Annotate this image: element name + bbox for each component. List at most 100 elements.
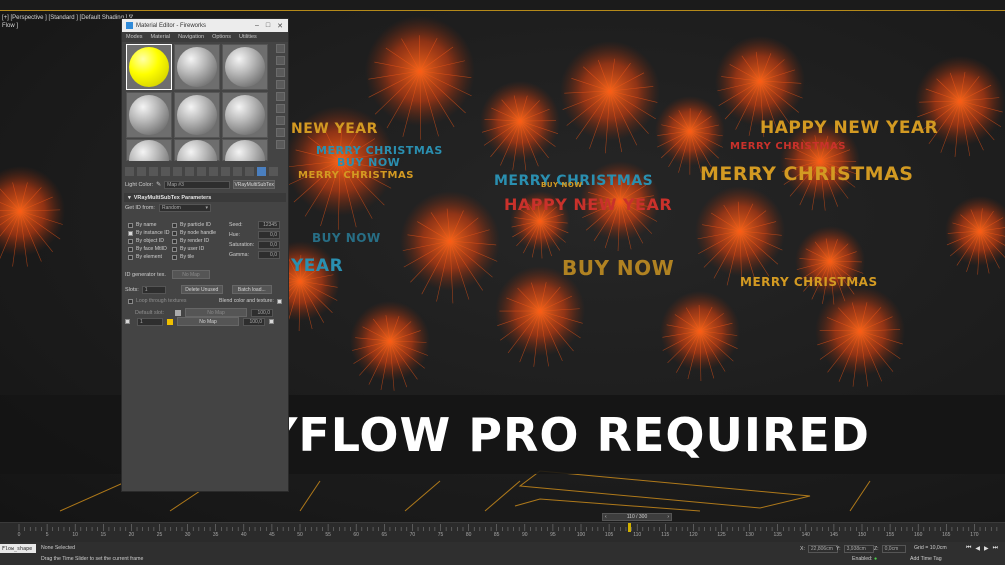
default-map-button[interactable]: No Map — [185, 308, 247, 317]
material-editor-window[interactable]: Material Editor - Fireworks – □ ✕ Modes … — [121, 18, 289, 492]
option-by-render-id[interactable]: By render ID — [172, 238, 209, 244]
batch-load-button[interactable]: Batch load... — [231, 285, 272, 294]
minimize-icon[interactable]: – — [255, 22, 259, 30]
slots-spinner[interactable]: 1 — [141, 285, 166, 294]
maximize-icon[interactable]: □ — [266, 22, 270, 30]
hue-spinner[interactable]: 0,0 — [258, 231, 280, 239]
go-to-parent-icon[interactable] — [245, 166, 254, 176]
menu-material[interactable]: Material — [151, 34, 171, 40]
material-navigator-icon[interactable] — [276, 140, 285, 149]
backlight-icon[interactable] — [276, 56, 285, 65]
background-icon[interactable] — [276, 68, 285, 77]
viewport-label[interactable]: [+] [Perspective ] [Standard ] [Default … — [2, 14, 133, 21]
make-copy-icon[interactable] — [173, 166, 182, 176]
sample-slot[interactable] — [222, 139, 268, 161]
make-preview-icon[interactable] — [276, 104, 285, 113]
checkbox[interactable] — [172, 222, 177, 228]
option-by-node-handle[interactable]: By node handle — [172, 230, 216, 236]
pick-material-icon[interactable] — [269, 166, 278, 176]
slot-blend-checkbox[interactable] — [269, 319, 274, 324]
saturation-spinner[interactable]: 0,0 — [258, 241, 280, 249]
sample-slot[interactable] — [174, 44, 220, 90]
go-forward-sibling-icon[interactable] — [257, 166, 266, 176]
checkbox[interactable] — [172, 246, 177, 252]
timeline-playhead[interactable] — [628, 523, 631, 532]
reset-map-icon[interactable] — [161, 166, 170, 176]
option-by-tile[interactable]: By tile — [172, 254, 194, 260]
option-by-particle-id[interactable]: By particle ID — [172, 222, 211, 228]
slot-map-button[interactable]: No Map — [177, 317, 239, 326]
option-by-instance-id[interactable]: By instance ID — [128, 230, 169, 236]
video-color-check-icon[interactable] — [276, 92, 285, 101]
seed-spinner[interactable]: 12345 — [258, 221, 280, 229]
options-icon[interactable] — [276, 116, 285, 125]
add-time-tag[interactable]: Add Time Tag — [910, 556, 942, 562]
menu-utilities[interactable]: Utilities — [239, 34, 257, 40]
prev-key-icon[interactable]: ◀ — [975, 545, 980, 552]
next-frame-icon[interactable]: › — [667, 514, 669, 520]
blend-option[interactable]: Blend color and texture: — [219, 298, 285, 304]
sample-slot-selected[interactable] — [126, 44, 172, 90]
sample-slot[interactable] — [126, 92, 172, 138]
checkbox[interactable] — [172, 254, 177, 260]
time-slider[interactable]: ‹ 110 / 300 › — [602, 513, 672, 521]
make-unique-icon[interactable] — [185, 166, 194, 176]
prev-frame-icon[interactable]: ‹ — [605, 514, 607, 520]
go-to-start-icon[interactable]: ⏮ — [966, 545, 971, 552]
sample-slot[interactable] — [174, 92, 220, 138]
sample-slot[interactable] — [222, 92, 268, 138]
option-by-object-id[interactable]: By object ID — [128, 238, 164, 244]
checkbox[interactable] — [172, 230, 177, 236]
checkbox-checked[interactable] — [128, 230, 133, 236]
x-field[interactable]: 22,806cm — [807, 545, 838, 553]
menu-options[interactable]: Options — [212, 34, 231, 40]
map-type-button[interactable]: VRayMultiSubTex — [233, 180, 276, 189]
maxscript-listener-field[interactable]: Flow_shape — [0, 544, 36, 553]
option-by-element[interactable]: By element — [128, 254, 162, 260]
delete-unused-button[interactable]: Delete Unused — [180, 285, 223, 294]
sample-slot[interactable] — [222, 44, 268, 90]
checkbox[interactable] — [128, 298, 133, 304]
show-shaded-icon[interactable] — [221, 166, 230, 176]
assign-to-selection-icon[interactable] — [149, 166, 158, 176]
option-by-user-id[interactable]: By user ID — [172, 246, 204, 252]
checkbox[interactable] — [128, 246, 133, 252]
put-to-scene-icon[interactable] — [137, 166, 146, 176]
adaptive-degradation[interactable]: Enabled: ● — [852, 556, 877, 562]
show-end-result-icon[interactable] — [233, 166, 242, 176]
uv-tiling-icon[interactable] — [276, 80, 285, 89]
default-amount-spinner[interactable]: 100,0 — [251, 308, 273, 317]
z-field[interactable]: 0,0cm — [881, 545, 906, 553]
checkbox[interactable] — [172, 238, 177, 244]
sample-type-icon[interactable] — [276, 44, 285, 53]
slot-enable-checkbox[interactable] — [125, 319, 130, 324]
checkbox[interactable] — [128, 222, 133, 228]
option-by-name[interactable]: By name — [128, 222, 156, 228]
slot-id-spinner[interactable]: 1 — [137, 317, 163, 326]
eyedropper-icon[interactable]: ✎ — [156, 181, 161, 188]
loop-textures-option[interactable]: Loop through textures — [128, 298, 186, 304]
id-generator-map-button[interactable]: No Map — [171, 270, 210, 279]
menu-navigation[interactable]: Navigation — [178, 34, 204, 40]
menu-modes[interactable]: Modes — [126, 34, 143, 40]
checkbox[interactable] — [128, 238, 133, 244]
slot-color-swatch[interactable] — [167, 318, 173, 325]
get-material-icon[interactable] — [125, 166, 134, 176]
default-color-swatch[interactable] — [175, 309, 181, 316]
gamma-spinner[interactable]: 0,0 — [258, 251, 280, 259]
next-key-icon[interactable]: ⏭ — [993, 545, 998, 552]
rollout-header[interactable]: ▾ VRayMultiSubTex Parameters — [124, 193, 286, 202]
sample-slot[interactable] — [126, 139, 172, 161]
slot-amount-spinner[interactable]: 100,0 — [243, 317, 265, 326]
checkbox-checked[interactable] — [276, 298, 282, 304]
map-name-field[interactable]: Map #3 — [164, 180, 231, 189]
close-icon[interactable]: ✕ — [277, 22, 283, 30]
option-by-face-mtlid[interactable]: By face MtlID — [128, 246, 167, 252]
get-id-dropdown[interactable]: Random ▾ — [158, 204, 211, 212]
y-field[interactable]: 3,938cm — [843, 545, 874, 553]
material-id-icon[interactable] — [209, 166, 218, 176]
select-by-material-icon[interactable] — [276, 128, 285, 137]
material-editor-titlebar[interactable]: Material Editor - Fireworks – □ ✕ — [122, 19, 288, 32]
play-icon[interactable]: ▶ — [984, 545, 989, 552]
checkbox[interactable] — [128, 254, 133, 260]
